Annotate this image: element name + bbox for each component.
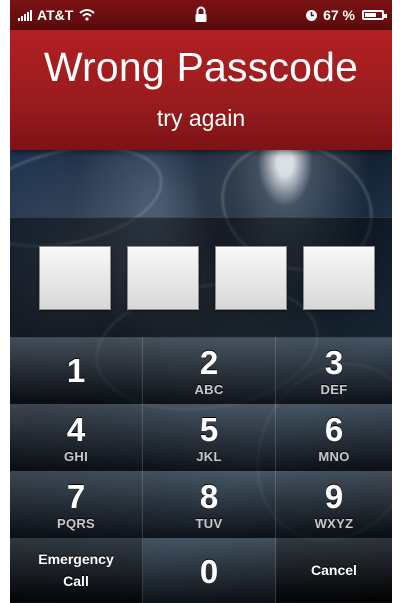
key-letters: GHI: [63, 449, 88, 464]
emergency-call-label: Emergency Call: [10, 548, 142, 592]
key-9[interactable]: 9 WXYZ: [276, 471, 392, 538]
emergency-call-button[interactable]: Emergency Call: [10, 538, 143, 603]
try-again-subtitle: try again: [156, 105, 246, 131]
carrier-label: AT&T: [37, 7, 74, 23]
status-bar: AT&T 67 %: [10, 0, 392, 30]
key-number: 2: [199, 344, 219, 381]
key-3[interactable]: 3 DEF: [276, 337, 392, 404]
key-number: 6: [324, 411, 344, 448]
key-letters: DEF: [320, 382, 348, 397]
error-banner: Wrong Passcode try again: [10, 30, 392, 150]
signal-icon: [18, 9, 32, 21]
lock-screen: AT&T 67 % Wrong Passcode try again 1 2 A…: [10, 0, 392, 603]
wrong-passcode-title: Wrong Passcode: [43, 44, 359, 90]
cancel-label: Cancel: [311, 562, 357, 578]
key-number: 7: [66, 478, 86, 515]
key-letters: WXYZ: [314, 516, 354, 531]
key-number: 0: [199, 553, 219, 590]
key-letters: TUV: [195, 516, 223, 531]
key-letters: JKL: [196, 449, 222, 464]
passcode-box[interactable]: [303, 246, 375, 310]
battery-icon: [362, 10, 387, 20]
key-0[interactable]: 0: [143, 538, 276, 603]
key-number: 5: [199, 411, 219, 448]
wifi-icon: [79, 9, 95, 21]
lock-icon: [195, 6, 207, 22]
status-right: 67 %: [305, 7, 387, 23]
passcode-box[interactable]: [215, 246, 287, 310]
emergency-label-line-1: Emergency: [38, 551, 114, 567]
battery-percent: 67 %: [323, 7, 355, 23]
key-4[interactable]: 4 GHI: [10, 404, 143, 471]
key-6[interactable]: 6 MNO: [276, 404, 392, 471]
key-7[interactable]: 7 PQRS: [10, 471, 143, 538]
key-number: 3: [324, 344, 344, 381]
key-1[interactable]: 1: [10, 337, 143, 404]
passcode-entry: [10, 217, 392, 339]
emergency-label-line-2: Call: [63, 573, 89, 589]
key-letters: ABC: [194, 382, 224, 397]
clock-icon: [306, 9, 318, 21]
passcode-box[interactable]: [39, 246, 111, 310]
key-number: 1: [66, 352, 86, 389]
key-letters: MNO: [318, 449, 350, 464]
key-number: 4: [66, 411, 86, 448]
key-number: 8: [199, 478, 219, 515]
key-number: 9: [324, 478, 344, 515]
cancel-button[interactable]: Cancel: [276, 538, 392, 603]
battery-level: [365, 13, 376, 17]
key-8[interactable]: 8 TUV: [143, 471, 276, 538]
key-2[interactable]: 2 ABC: [143, 337, 276, 404]
passcode-box[interactable]: [127, 246, 199, 310]
status-left: AT&T: [18, 7, 96, 23]
numeric-keypad: 1 2 ABC 3 DEF 4 GHI 5 JKL 6 MNO 7 PQRS 8…: [10, 337, 392, 603]
key-5[interactable]: 5 JKL: [143, 404, 276, 471]
key-letters: PQRS: [56, 516, 96, 531]
